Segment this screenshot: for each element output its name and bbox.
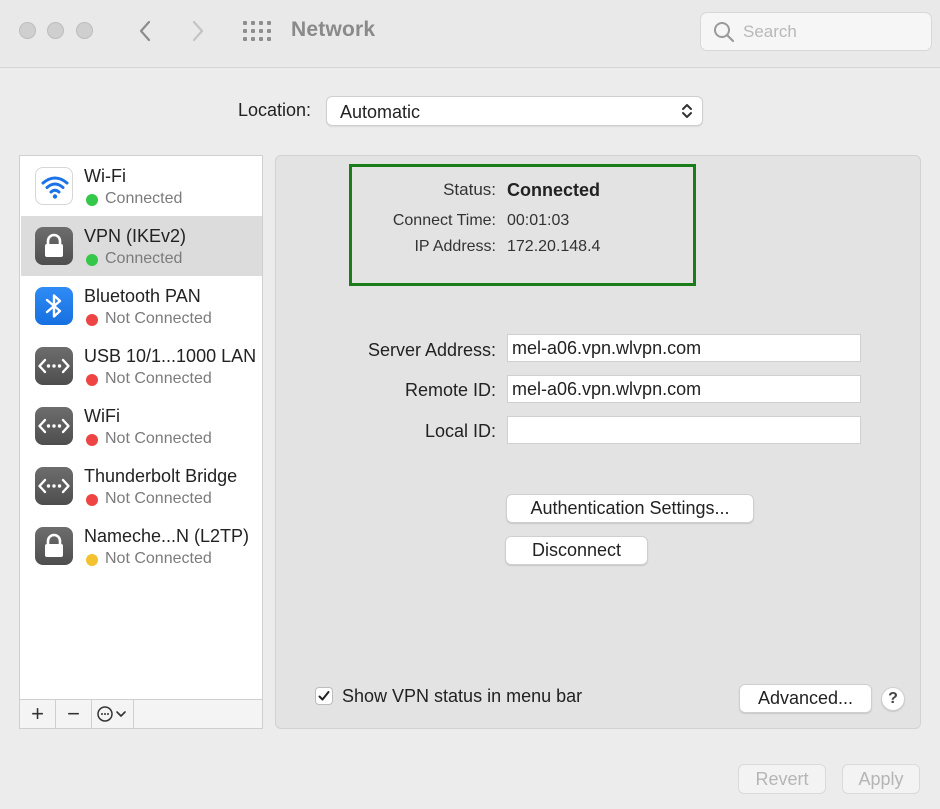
service-status: Connected: [105, 190, 183, 207]
show-vpn-status-label: Show VPN status in menu bar: [342, 686, 583, 706]
service-status: Not Connected: [105, 430, 212, 447]
status-dot: [86, 554, 98, 566]
remote-id-input[interactable]: [507, 375, 861, 403]
back-button[interactable]: [130, 14, 160, 48]
help-button[interactable]: ?: [881, 687, 905, 711]
ethernet-icon: [35, 467, 73, 505]
service-name: WiFi: [84, 406, 120, 426]
updown-chevron-icon: [682, 104, 692, 118]
service-name: VPN (IKEv2): [84, 226, 187, 246]
ethernet-icon: [35, 407, 73, 445]
location-label: Location:: [238, 100, 312, 120]
window-title: Network: [291, 18, 376, 41]
status-dot: [86, 254, 98, 266]
zoom-window-button[interactable]: [76, 22, 93, 39]
advanced-button[interactable]: Advanced...: [739, 684, 872, 713]
service-status: Not Connected: [105, 490, 212, 507]
local-id-label: Local ID:: [424, 421, 496, 441]
revert-button[interactable]: Revert: [738, 764, 826, 794]
show-vpn-status-checkbox[interactable]: [315, 687, 333, 705]
service-name: USB 10/1...1000 LAN: [84, 346, 257, 366]
location-select[interactable]: Automatic: [326, 96, 703, 126]
window-toolbar: Network: [0, 0, 940, 68]
search-icon: [714, 22, 735, 43]
service-item-usb-lan[interactable]: USB 10/1...1000 LAN Not Connected: [21, 336, 262, 396]
local-id-input[interactable]: [507, 416, 861, 444]
service-item-l2tp-vpn[interactable]: Nameche...N (L2TP) Not Connected: [21, 516, 262, 576]
disconnect-button[interactable]: Disconnect: [505, 536, 648, 565]
show-all-grid-icon[interactable]: [243, 21, 271, 41]
service-list-toolbar: + −: [19, 699, 263, 729]
bluetooth-icon: [35, 287, 73, 325]
service-status: Not Connected: [105, 310, 212, 327]
service-name: Wi-Fi: [84, 166, 126, 186]
service-item-thunderbolt-bridge[interactable]: Thunderbolt Bridge Not Connected: [21, 456, 262, 516]
status-value: Connected: [507, 180, 601, 200]
connect-time-value: 00:01:03: [507, 212, 570, 229]
server-address-label: Server Address:: [367, 340, 496, 360]
service-item-wifi-adapter[interactable]: WiFi Not Connected: [21, 396, 262, 456]
location-value: Automatic: [340, 102, 421, 122]
checkmark-icon: [318, 691, 330, 701]
status-dot: [86, 434, 98, 446]
ip-address-label: IP Address:: [414, 238, 496, 255]
server-address-input[interactable]: [507, 334, 861, 362]
lock-icon: [35, 527, 73, 565]
search-input[interactable]: [743, 21, 923, 43]
chevron-left-icon: [139, 20, 151, 42]
lock-icon: [35, 227, 73, 265]
forward-button[interactable]: [183, 14, 213, 48]
connect-time-label: Connect Time:: [392, 212, 496, 229]
add-service-button[interactable]: +: [20, 700, 56, 728]
service-name: Bluetooth PAN: [84, 286, 201, 306]
status-dot: [86, 494, 98, 506]
service-list: Wi-Fi Connected VPN (IKEv2) Connected Bl…: [19, 155, 263, 729]
status-dot: [86, 194, 98, 206]
service-item-wifi[interactable]: Wi-Fi Connected: [21, 156, 262, 216]
status-dot: [86, 314, 98, 326]
ip-address-value: 172.20.148.4: [507, 238, 601, 255]
apply-button[interactable]: Apply: [842, 764, 920, 794]
chevron-right-icon: [192, 20, 204, 42]
ethernet-icon: [35, 347, 73, 385]
status-label: Status:: [443, 180, 496, 199]
action-menu-button[interactable]: [92, 700, 134, 728]
action-menu-icon: [96, 706, 126, 722]
service-status: Not Connected: [105, 550, 212, 567]
status-dot: [86, 374, 98, 386]
service-item-vpn-ikev2[interactable]: VPN (IKEv2) Connected: [21, 216, 262, 276]
service-name: Nameche...N (L2TP): [84, 526, 250, 546]
remove-service-button[interactable]: −: [56, 700, 92, 728]
wifi-icon: [35, 167, 73, 205]
service-name: Thunderbolt Bridge: [84, 466, 238, 486]
remote-id-label: Remote ID:: [404, 380, 496, 400]
service-status: Not Connected: [105, 370, 212, 387]
minimize-window-button[interactable]: [47, 22, 64, 39]
service-status: Connected: [105, 250, 183, 267]
search-field[interactable]: [700, 12, 932, 51]
service-item-bluetooth-pan[interactable]: Bluetooth PAN Not Connected: [21, 276, 262, 336]
close-window-button[interactable]: [19, 22, 36, 39]
authentication-settings-button[interactable]: Authentication Settings...: [506, 494, 754, 523]
